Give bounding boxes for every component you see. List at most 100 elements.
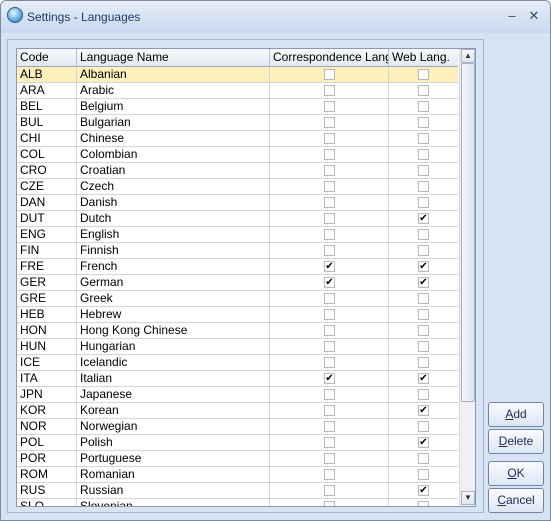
cell-language-name[interactable]: Chinese [77,131,270,147]
correspondence-lang-checkbox[interactable] [324,117,335,128]
cell-code[interactable]: HUN [17,339,77,355]
cell-code[interactable]: ICE [17,355,77,371]
table-row[interactable]: FRE French ✔ ✔ [17,259,458,275]
web-lang-checkbox[interactable] [418,85,429,96]
cell-code[interactable]: COL [17,147,77,163]
correspondence-lang-checkbox[interactable] [324,453,335,464]
correspondence-lang-checkbox[interactable] [324,485,335,496]
cell-language-name[interactable]: German [77,275,270,291]
table-row[interactable]: ENG English [17,227,458,243]
web-lang-checkbox[interactable] [418,501,429,506]
web-lang-checkbox[interactable]: ✔ [418,437,429,448]
scrollbar-thumb[interactable] [461,63,475,402]
correspondence-lang-checkbox[interactable] [324,149,335,160]
table-row[interactable]: HEB Hebrew [17,307,458,323]
correspondence-lang-checkbox[interactable] [324,229,335,240]
vertical-scrollbar[interactable]: ▲ ▼ [459,49,475,506]
cell-code[interactable]: JPN [17,387,77,403]
cell-code[interactable]: KOR [17,403,77,419]
correspondence-lang-checkbox[interactable]: ✔ [324,373,335,384]
table-row[interactable]: ALB Albanian [17,67,458,83]
cell-code[interactable]: GRE [17,291,77,307]
cell-language-name[interactable]: French [77,259,270,275]
correspondence-lang-checkbox[interactable] [324,309,335,320]
cell-language-name[interactable]: Korean [77,403,270,419]
table-row[interactable]: CZE Czech [17,179,458,195]
web-lang-checkbox[interactable] [418,181,429,192]
cell-code[interactable]: NOR [17,419,77,435]
cancel-button[interactable]: Cancel [488,488,544,513]
table-row[interactable]: ICE Icelandic [17,355,458,371]
cell-language-name[interactable]: Japanese [77,387,270,403]
correspondence-lang-checkbox[interactable] [324,69,335,80]
cell-code[interactable]: BEL [17,99,77,115]
scroll-down-icon[interactable]: ▼ [461,491,475,505]
web-lang-checkbox[interactable] [418,389,429,400]
cell-code[interactable]: CZE [17,179,77,195]
table-row[interactable]: JPN Japanese [17,387,458,403]
cell-code[interactable]: ROM [17,467,77,483]
correspondence-lang-checkbox[interactable] [324,421,335,432]
table-row[interactable]: BEL Belgium [17,99,458,115]
cell-code[interactable]: ALB [17,67,77,83]
cell-language-name[interactable]: Colombian [77,147,270,163]
column-header-web-lang[interactable]: Web Lang. [389,49,458,67]
cell-code[interactable]: FRE [17,259,77,275]
table-row[interactable]: KOR Korean ✔ [17,403,458,419]
cell-language-name[interactable]: Albanian [77,67,270,83]
correspondence-lang-checkbox[interactable] [324,165,335,176]
web-lang-checkbox[interactable] [418,309,429,320]
cell-code[interactable]: GER [17,275,77,291]
web-lang-checkbox[interactable] [418,421,429,432]
web-lang-checkbox[interactable] [418,133,429,144]
table-row[interactable]: SLO Slovenian [17,499,458,506]
cell-language-name[interactable]: Italian [77,371,270,387]
cell-language-name[interactable]: Hong Kong Chinese [77,323,270,339]
correspondence-lang-checkbox[interactable] [324,197,335,208]
table-row[interactable]: DUT Dutch ✔ [17,211,458,227]
cell-language-name[interactable]: English [77,227,270,243]
cell-code[interactable]: HEB [17,307,77,323]
languages-grid[interactable]: Code Language Name Correspondence Lang W… [16,48,476,507]
web-lang-checkbox[interactable] [418,325,429,336]
table-row[interactable]: HON Hong Kong Chinese [17,323,458,339]
cell-language-name[interactable]: Norwegian [77,419,270,435]
web-lang-checkbox[interactable]: ✔ [418,373,429,384]
table-row[interactable]: HUN Hungarian [17,339,458,355]
cell-code[interactable]: CHI [17,131,77,147]
web-lang-checkbox[interactable] [418,101,429,112]
web-lang-checkbox[interactable] [418,469,429,480]
cell-code[interactable]: ARA [17,83,77,99]
column-header-language-name[interactable]: Language Name [77,49,270,67]
cell-code[interactable]: POR [17,451,77,467]
cell-language-name[interactable]: Greek [77,291,270,307]
web-lang-checkbox[interactable]: ✔ [418,261,429,272]
cell-language-name[interactable]: Icelandic [77,355,270,371]
correspondence-lang-checkbox[interactable]: ✔ [324,261,335,272]
column-header-correspondence-lang[interactable]: Correspondence Lang [270,49,389,67]
cell-language-name[interactable]: Croatian [77,163,270,179]
cell-language-name[interactable]: Portuguese [77,451,270,467]
cell-code[interactable]: BUL [17,115,77,131]
cell-language-name[interactable]: Russian [77,483,270,499]
web-lang-checkbox[interactable] [418,453,429,464]
correspondence-lang-checkbox[interactable] [324,501,335,506]
correspondence-lang-checkbox[interactable] [324,133,335,144]
delete-button[interactable]: Delete [488,429,544,454]
column-header-code[interactable]: Code [17,49,77,67]
table-row[interactable]: ROM Romanian [17,467,458,483]
cell-language-name[interactable]: Slovenian [77,499,270,506]
cell-code[interactable]: CRO [17,163,77,179]
table-row[interactable]: NOR Norwegian [17,419,458,435]
cell-code[interactable]: RUS [17,483,77,499]
web-lang-checkbox[interactable] [418,293,429,304]
web-lang-checkbox[interactable] [418,197,429,208]
cell-language-name[interactable]: Dutch [77,211,270,227]
cell-code[interactable]: ITA [17,371,77,387]
cell-language-name[interactable]: Arabic [77,83,270,99]
correspondence-lang-checkbox[interactable] [324,469,335,480]
correspondence-lang-checkbox[interactable] [324,101,335,112]
table-row[interactable]: GRE Greek [17,291,458,307]
correspondence-lang-checkbox[interactable] [324,437,335,448]
web-lang-checkbox[interactable] [418,149,429,160]
